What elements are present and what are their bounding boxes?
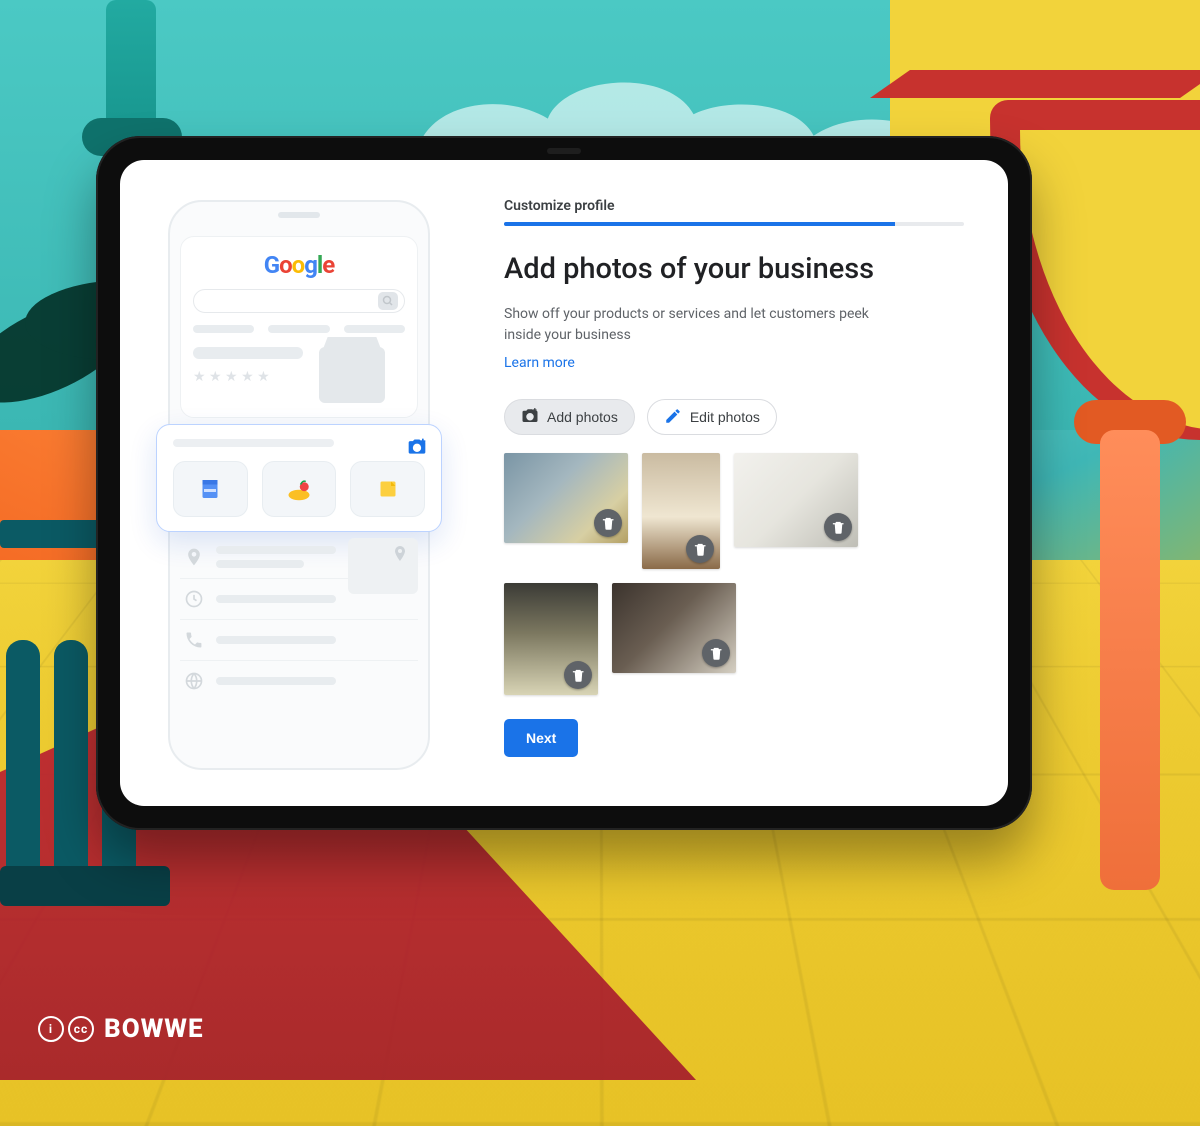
delete-photo-button[interactable] bbox=[824, 513, 852, 541]
step-label: Customize profile bbox=[504, 198, 964, 214]
cc-icon: cc bbox=[68, 1016, 94, 1042]
pin-icon bbox=[184, 547, 204, 567]
next-button[interactable]: Next bbox=[504, 719, 578, 757]
progress-fill bbox=[504, 222, 895, 226]
delete-photo-button[interactable] bbox=[686, 535, 714, 563]
tablet-frame: Google ★ ★ ★ ★ ★ bbox=[96, 136, 1032, 830]
page-title: Add photos of your business bbox=[504, 252, 964, 286]
add-photo-camera-icon bbox=[407, 437, 427, 461]
cc-by-icon: i bbox=[38, 1016, 64, 1042]
globe-icon bbox=[184, 671, 204, 691]
edit-photos-button[interactable]: Edit photos bbox=[647, 399, 777, 435]
uploaded-photo[interactable] bbox=[504, 583, 598, 695]
video-thumb-icon bbox=[173, 461, 248, 517]
delete-photo-button[interactable] bbox=[702, 639, 730, 667]
map-thumb bbox=[348, 538, 418, 594]
tablet-camera bbox=[547, 148, 581, 154]
phone-icon bbox=[184, 630, 204, 650]
camera-plus-icon bbox=[521, 407, 539, 428]
uploaded-photo[interactable] bbox=[642, 453, 720, 569]
uploaded-photo[interactable] bbox=[504, 453, 628, 543]
food-thumb-icon bbox=[262, 461, 337, 517]
progress-bar bbox=[504, 222, 964, 226]
photo-gallery bbox=[504, 453, 934, 695]
add-photos-label: Add photos bbox=[547, 409, 618, 425]
clock-icon bbox=[184, 589, 204, 609]
storefront-icon bbox=[319, 347, 385, 403]
customize-profile-panel: Customize profile Add photos of your bus… bbox=[504, 190, 964, 776]
star-rating-mock: ★ ★ ★ ★ ★ bbox=[193, 369, 303, 385]
uploaded-photo[interactable] bbox=[734, 453, 858, 547]
photos-popover bbox=[156, 424, 442, 532]
tablet-screen: Google ★ ★ ★ ★ ★ bbox=[120, 160, 1008, 806]
edit-photos-label: Edit photos bbox=[690, 409, 760, 425]
add-photos-button[interactable]: Add photos bbox=[504, 399, 635, 435]
uploaded-photo[interactable] bbox=[612, 583, 736, 673]
note-thumb-icon bbox=[350, 461, 425, 517]
search-icon bbox=[378, 292, 398, 310]
pencil-icon bbox=[664, 407, 682, 428]
delete-photo-button[interactable] bbox=[594, 509, 622, 537]
delete-photo-button[interactable] bbox=[564, 661, 592, 689]
search-bar-mock bbox=[193, 289, 405, 313]
page-description: Show off your products or services and l… bbox=[504, 304, 884, 346]
google-logo: Google bbox=[193, 251, 405, 279]
watermark: i cc BOWWE bbox=[38, 1014, 204, 1044]
watermark-brand: BOWWE bbox=[104, 1014, 204, 1044]
learn-more-link[interactable]: Learn more bbox=[504, 355, 575, 371]
phone-preview: Google ★ ★ ★ ★ ★ bbox=[154, 190, 444, 776]
